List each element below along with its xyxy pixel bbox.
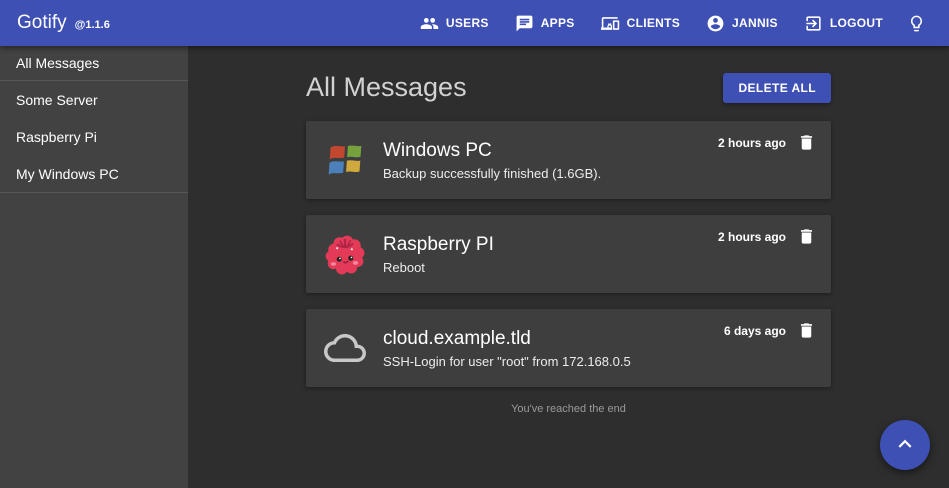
message-timestamp: 6 days ago bbox=[724, 324, 786, 338]
nav-logout-button[interactable]: LOGOUT bbox=[793, 6, 894, 41]
message-app-name: Windows PC bbox=[383, 140, 718, 162]
message-card: cloud.example.tld SSH-Login for user "ro… bbox=[306, 309, 831, 387]
chat-icon bbox=[515, 14, 534, 33]
logout-icon bbox=[804, 14, 823, 33]
version-label: @1.1.6 bbox=[75, 19, 110, 31]
message-text: Backup successfully finished (1.6GB). bbox=[383, 166, 718, 181]
delete-message-button[interactable] bbox=[797, 133, 816, 152]
nav-user-label: JANNIS bbox=[732, 16, 778, 30]
users-icon bbox=[420, 14, 439, 33]
message-timestamp: 2 hours ago bbox=[718, 230, 786, 244]
cloud-icon bbox=[324, 327, 366, 369]
trash-icon bbox=[797, 328, 816, 343]
nav-clients-button[interactable]: CLIENTS bbox=[590, 6, 691, 41]
app-bar: Gotify @1.1.6 USERS APPS CLIENTS JANNIS … bbox=[0, 0, 949, 46]
theme-toggle-button[interactable] bbox=[898, 6, 935, 41]
trash-icon bbox=[797, 140, 816, 155]
main-area: All Messages DELETE ALL bbox=[188, 46, 949, 488]
brand-title: Gotify bbox=[17, 12, 67, 34]
sidebar-divider bbox=[0, 192, 188, 193]
message-app-name: cloud.example.tld bbox=[383, 328, 724, 350]
sidebar-item-some-server[interactable]: Some Server bbox=[0, 81, 188, 118]
nav-user-account-button[interactable]: JANNIS bbox=[695, 6, 789, 41]
nav-apps-button[interactable]: APPS bbox=[504, 6, 586, 41]
windows-logo-icon bbox=[324, 139, 366, 181]
chevron-up-icon bbox=[892, 431, 918, 460]
end-of-list-text: You've reached the end bbox=[306, 403, 831, 415]
delete-message-button[interactable] bbox=[797, 321, 816, 340]
message-app-name: Raspberry PI bbox=[383, 234, 718, 256]
sidebar: All Messages Some Server Raspberry Pi My… bbox=[0, 46, 188, 488]
nav-apps-label: APPS bbox=[541, 16, 575, 30]
lightbulb-icon bbox=[907, 14, 926, 33]
message-card: Raspberry PI Reboot 2 hours ago bbox=[306, 215, 831, 293]
message-text: SSH-Login for user "root" from 172.168.0… bbox=[383, 354, 724, 369]
nav-logout-label: LOGOUT bbox=[830, 16, 883, 30]
scroll-to-top-button[interactable] bbox=[880, 420, 930, 470]
account-circle-icon bbox=[706, 14, 725, 33]
devices-icon bbox=[601, 14, 620, 33]
sidebar-item-all-messages[interactable]: All Messages bbox=[0, 46, 188, 80]
nav-users-label: USERS bbox=[446, 16, 489, 30]
page-title: All Messages bbox=[306, 72, 467, 103]
message-timestamp: 2 hours ago bbox=[718, 136, 786, 150]
sidebar-item-raspberry-pi[interactable]: Raspberry Pi bbox=[0, 118, 188, 155]
nav-clients-label: CLIENTS bbox=[627, 16, 680, 30]
app-bar-nav: USERS APPS CLIENTS JANNIS LOGOUT bbox=[409, 6, 935, 41]
trash-icon bbox=[797, 234, 816, 249]
message-list: Windows PC Backup successfully finished … bbox=[306, 121, 831, 387]
sidebar-item-my-windows-pc[interactable]: My Windows PC bbox=[0, 155, 188, 192]
delete-message-button[interactable] bbox=[797, 227, 816, 246]
raspberry-icon bbox=[324, 233, 366, 275]
delete-all-button[interactable]: DELETE ALL bbox=[723, 73, 831, 103]
message-card: Windows PC Backup successfully finished … bbox=[306, 121, 831, 199]
message-text: Reboot bbox=[383, 260, 718, 275]
nav-users-button[interactable]: USERS bbox=[409, 6, 500, 41]
